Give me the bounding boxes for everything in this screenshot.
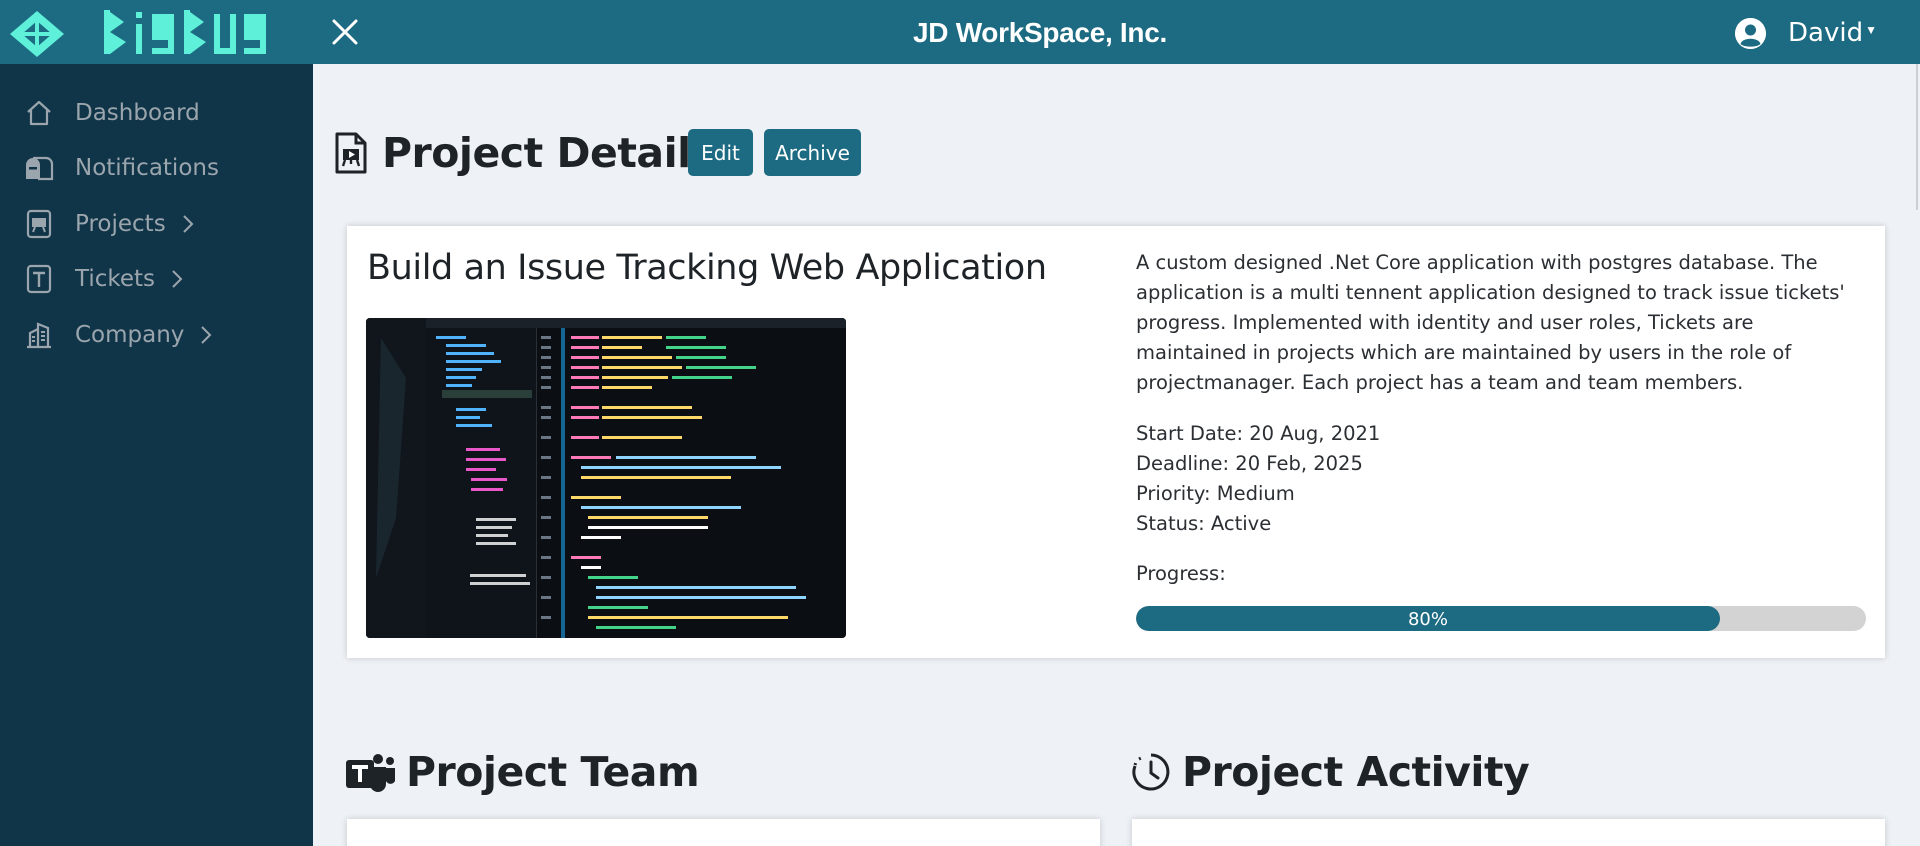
project-description: A custom designed .Net Core application … [1136,251,1845,394]
user-avatar-icon [1735,17,1766,49]
project-team-title: Project Team [406,748,700,796]
house-icon [24,98,54,128]
project-start-date: Start Date: 20 Aug, 2021 [1136,422,1381,445]
project-activity-card [1132,819,1885,846]
project-status: Status: Active [1136,512,1272,535]
chevron-right-icon [182,215,194,233]
project-image [366,318,846,638]
file-text-icon [24,264,54,294]
sidebar-item-label: Projects [75,211,166,237]
org-title-wrap: JD WorkSpace, Inc. [0,0,1920,66]
clock-history-icon [1132,753,1170,791]
progress-bar-fill: 80% [1136,606,1720,631]
progress-label: Progress: [1136,562,1226,585]
archive-button[interactable]: Archive [764,129,861,176]
project-name: Build an Issue Tracking Web Application [367,248,1047,288]
scrollbar[interactable] [1916,64,1918,210]
chevron-right-icon [172,270,183,288]
page-title: Project Details [382,129,715,177]
sidebar: Dashboard Notifications Projects Tickets… [0,64,313,846]
project-team-header: Project Team [344,744,700,800]
project-activity-title: Project Activity [1182,748,1530,796]
mailbox-icon [24,153,54,183]
chevron-down-icon: ▼ [1865,23,1877,37]
sidebar-item-notifications[interactable]: Notifications [24,148,219,188]
building-icon [24,320,54,350]
sidebar-item-label: Notifications [75,155,219,181]
sidebar-item-label: Dashboard [75,100,200,126]
project-deadline: Deadline: 20 Feb, 2025 [1136,452,1363,475]
page-header: Project Details [334,125,715,181]
chevron-right-icon [201,326,212,344]
file-easel-icon [335,132,367,174]
edit-button[interactable]: Edit [688,129,753,176]
sidebar-item-label: Tickets [75,266,156,292]
brand-logo-wordmark [104,10,266,54]
progress-bar: 80% [1136,606,1866,631]
top-navbar: JD WorkSpace, Inc. David ▼ [0,0,1920,64]
brand-logo[interactable] [102,4,272,60]
user-name: David [1788,18,1864,48]
user-menu-dropdown[interactable]: David ▼ [1735,16,1877,50]
close-sidebar-icon[interactable] [330,17,360,47]
sidebar-item-label: Company [75,322,185,348]
project-activity-header: Project Activity [1130,744,1530,800]
org-title: JD WorkSpace, Inc. [913,17,1167,48]
sidebar-item-company[interactable]: Company [24,315,214,355]
sidebar-item-tickets[interactable]: Tickets [24,259,185,299]
file-easel-icon [24,209,54,239]
project-team-card [347,819,1100,846]
logo-diamond-icon[interactable] [8,9,66,59]
sidebar-item-dashboard[interactable]: Dashboard [24,93,200,133]
project-priority: Priority: Medium [1136,482,1295,505]
teams-icon [346,754,395,792]
project-details-card: Build an Issue Tracking Web Application [347,226,1885,658]
sidebar-item-projects[interactable]: Projects [24,204,196,244]
